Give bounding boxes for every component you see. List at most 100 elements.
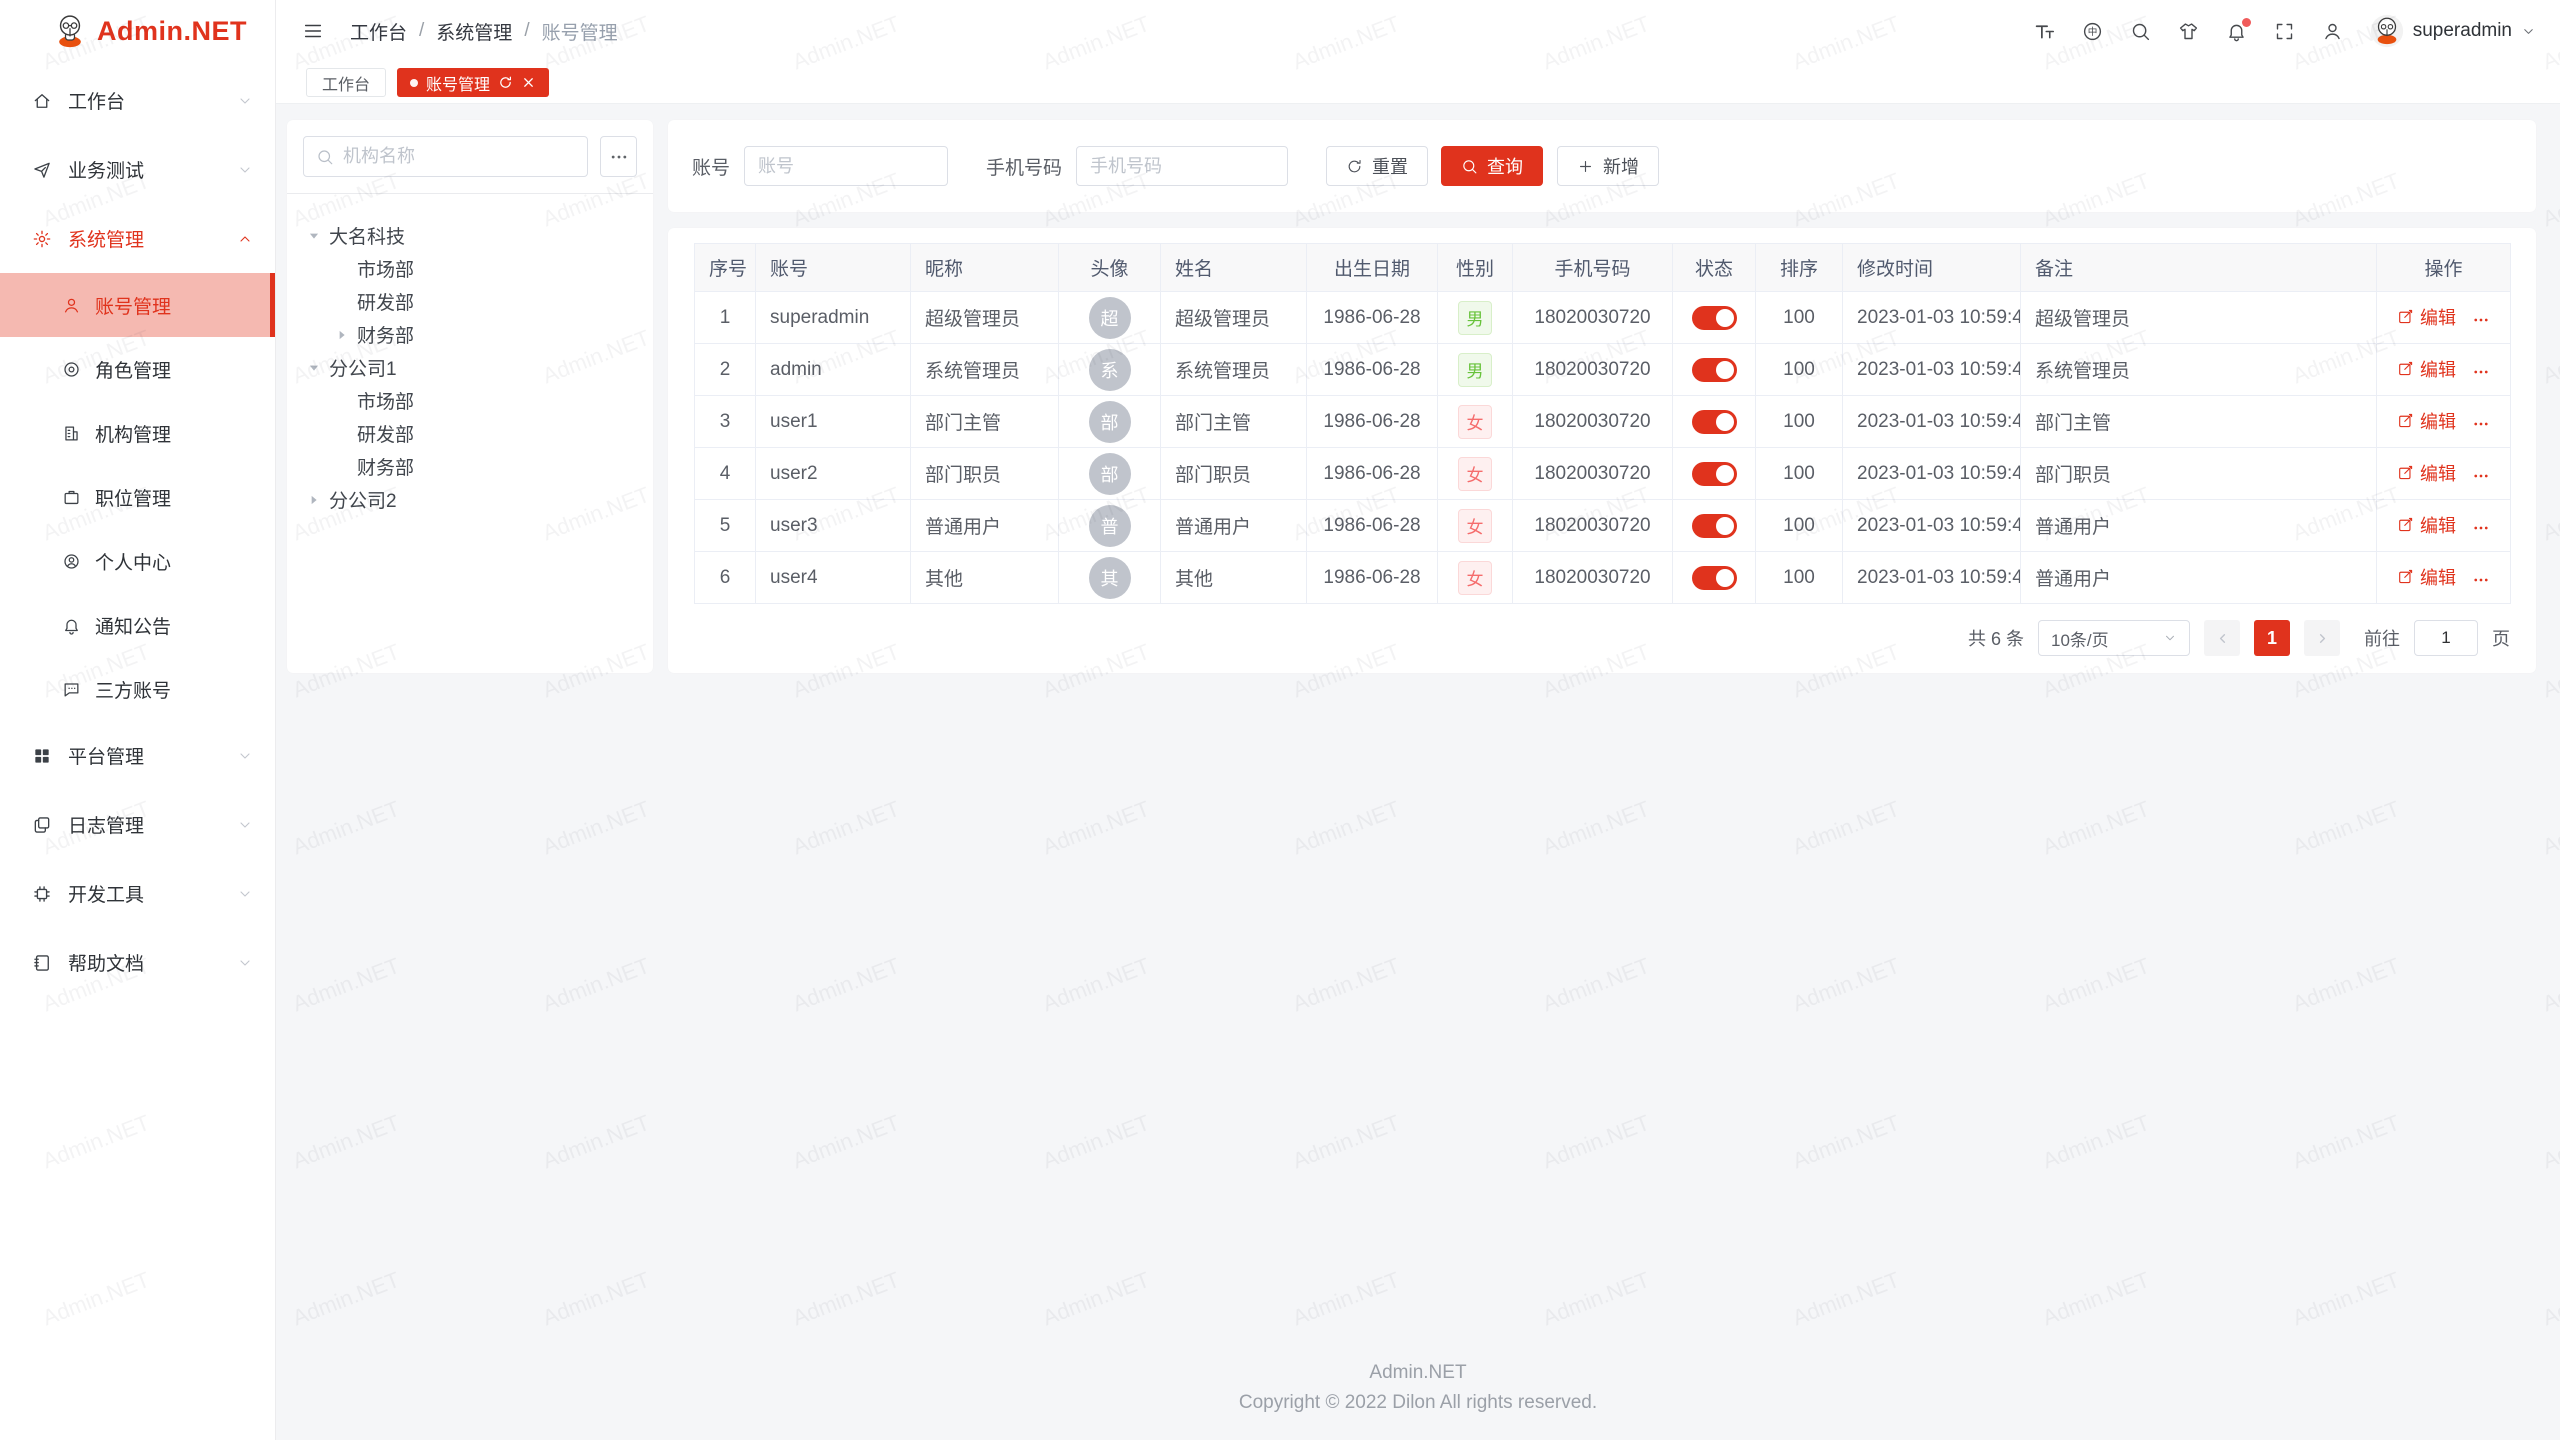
cell-phone: 18020030720: [1513, 448, 1673, 500]
breadcrumb-item[interactable]: 系统管理: [436, 18, 512, 45]
org-more-button[interactable]: [600, 136, 637, 177]
refresh-icon[interactable]: [498, 75, 513, 90]
watermark-text: Admin.NET: [1789, 953, 1903, 1018]
more-actions-button[interactable]: [2472, 415, 2490, 433]
tree-node-5[interactable]: 市场部: [303, 384, 637, 417]
more-actions-button[interactable]: [2472, 311, 2490, 329]
caret-right-icon[interactable]: [335, 328, 349, 342]
watermark-text: Admin.NET: [539, 1110, 653, 1175]
sidebar-item-workbench[interactable]: 工作台: [0, 66, 275, 135]
account-input[interactable]: [744, 146, 948, 186]
tree-node-7[interactable]: 财务部: [303, 450, 637, 483]
more-actions-button[interactable]: [2472, 363, 2490, 381]
sidebar-item-business-test[interactable]: 业务测试: [0, 135, 275, 204]
cell-remark: 普通用户: [2021, 552, 2377, 604]
avatar: 普: [1089, 505, 1131, 547]
language-icon[interactable]: 中: [2082, 21, 2103, 42]
search-icon[interactable]: [2130, 21, 2151, 42]
tree-node-6[interactable]: 研发部: [303, 417, 637, 450]
reset-button[interactable]: 重置: [1326, 146, 1428, 186]
notification-icon[interactable]: [2226, 21, 2247, 42]
status-toggle[interactable]: [1692, 462, 1737, 486]
status-toggle[interactable]: [1692, 358, 1737, 382]
theme-icon[interactable]: [2178, 21, 2199, 42]
tree-node-8[interactable]: 分公司2: [303, 483, 637, 516]
watermark-text: Admin.NET: [2289, 1267, 2403, 1332]
sidebar-item-role-management[interactable]: 角色管理: [0, 337, 275, 401]
cell-status: [1673, 344, 1756, 396]
watermark-text: Admin.NET: [1289, 1110, 1403, 1175]
watermark-text: Admin.NET: [2039, 953, 2153, 1018]
next-page-button[interactable]: [2304, 620, 2340, 656]
user-menu[interactable]: superadmin: [2370, 14, 2536, 48]
edit-button[interactable]: 编辑: [2397, 304, 2456, 330]
watermark-text: Admin.NET: [1289, 1267, 1403, 1332]
caret-down-icon[interactable]: [307, 229, 321, 243]
page-number-1[interactable]: 1: [2254, 620, 2290, 656]
more-actions-button[interactable]: [2472, 519, 2490, 537]
sidebar-item-dev-tools[interactable]: 开发工具: [0, 859, 275, 928]
watermark-text: Admin.NET: [1539, 796, 1653, 861]
watermark-text: Admin.NET: [2539, 325, 2560, 390]
cell-nickname: 其他: [911, 552, 1059, 604]
font-size-icon[interactable]: [2034, 21, 2055, 42]
tree-node-3[interactable]: 财务部: [303, 318, 637, 351]
edit-button[interactable]: 编辑: [2397, 460, 2456, 486]
edit-button[interactable]: 编辑: [2397, 356, 2456, 382]
edit-button[interactable]: 编辑: [2397, 512, 2456, 538]
watermark-text: Admin.NET: [539, 796, 653, 861]
sidebar-item-org-management[interactable]: 机构管理: [0, 401, 275, 465]
edit-button[interactable]: 编辑: [2397, 408, 2456, 434]
tree-node-0[interactable]: 大名科技: [303, 219, 637, 252]
sidebar-item-notice-announcement[interactable]: 通知公告: [0, 593, 275, 657]
phone-input[interactable]: [1076, 146, 1288, 186]
cell-gender: 女: [1438, 448, 1513, 500]
page-size-select[interactable]: 10条/页: [2038, 620, 2190, 656]
close-icon[interactable]: [521, 75, 536, 90]
more-actions-button[interactable]: [2472, 571, 2490, 589]
sidebar-item-help-docs[interactable]: 帮助文档: [0, 928, 275, 997]
query-button[interactable]: 查询: [1441, 146, 1543, 186]
status-toggle[interactable]: [1692, 514, 1737, 538]
tab-account-management[interactable]: 账号管理: [397, 68, 549, 97]
status-toggle[interactable]: [1692, 306, 1737, 330]
sidebar-item-platform-management[interactable]: 平台管理: [0, 721, 275, 790]
table-row: 3user1部门主管部部门主管1986-06-28女18020030720100…: [695, 396, 2511, 448]
tree-node-1[interactable]: 市场部: [303, 252, 637, 285]
org-search-input[interactable]: [343, 146, 575, 167]
cell-phone: 18020030720: [1513, 500, 1673, 552]
status-toggle[interactable]: [1692, 566, 1737, 590]
more-actions-button[interactable]: [2472, 467, 2490, 485]
gender-tag: 男: [1458, 353, 1492, 387]
tree-node-4[interactable]: 分公司1: [303, 351, 637, 384]
query-label: 查询: [1487, 153, 1523, 179]
cell-sort: 100: [1756, 448, 1843, 500]
tab-workbench[interactable]: 工作台: [306, 68, 386, 97]
cell-birthday: 1986-06-28: [1307, 344, 1438, 396]
add-button[interactable]: 新增: [1557, 146, 1659, 186]
sidebar-item-system-management[interactable]: 系统管理: [0, 204, 275, 273]
edit-button[interactable]: 编辑: [2397, 564, 2456, 590]
breadcrumb-item[interactable]: 工作台: [350, 18, 407, 45]
cell-sort: 100: [1756, 500, 1843, 552]
sidebar-item-position-management[interactable]: 职位管理: [0, 465, 275, 529]
prev-page-button[interactable]: [2204, 620, 2240, 656]
fullscreen-icon[interactable]: [2274, 21, 2295, 42]
column-header: 序号: [695, 244, 756, 292]
gender-tag: 女: [1458, 561, 1492, 595]
caret-down-icon[interactable]: [307, 361, 321, 375]
sidebar-item-personal-center[interactable]: 个人中心: [0, 529, 275, 593]
refresh-icon: [1346, 158, 1363, 175]
sidebar-item-third-party-account[interactable]: 三方账号: [0, 657, 275, 721]
status-toggle[interactable]: [1692, 410, 1737, 434]
person-icon[interactable]: [2322, 21, 2343, 42]
sidebar-item-account-management[interactable]: 账号管理: [0, 273, 275, 337]
cell-gender: 男: [1438, 344, 1513, 396]
cell-phone: 18020030720: [1513, 552, 1673, 604]
hamburger-menu-icon[interactable]: [302, 20, 324, 42]
svg-text:中: 中: [2087, 26, 2097, 38]
sidebar-item-log-management[interactable]: 日志管理: [0, 790, 275, 859]
caret-right-icon[interactable]: [307, 493, 321, 507]
goto-page-input[interactable]: [2414, 620, 2478, 656]
tree-node-2[interactable]: 研发部: [303, 285, 637, 318]
